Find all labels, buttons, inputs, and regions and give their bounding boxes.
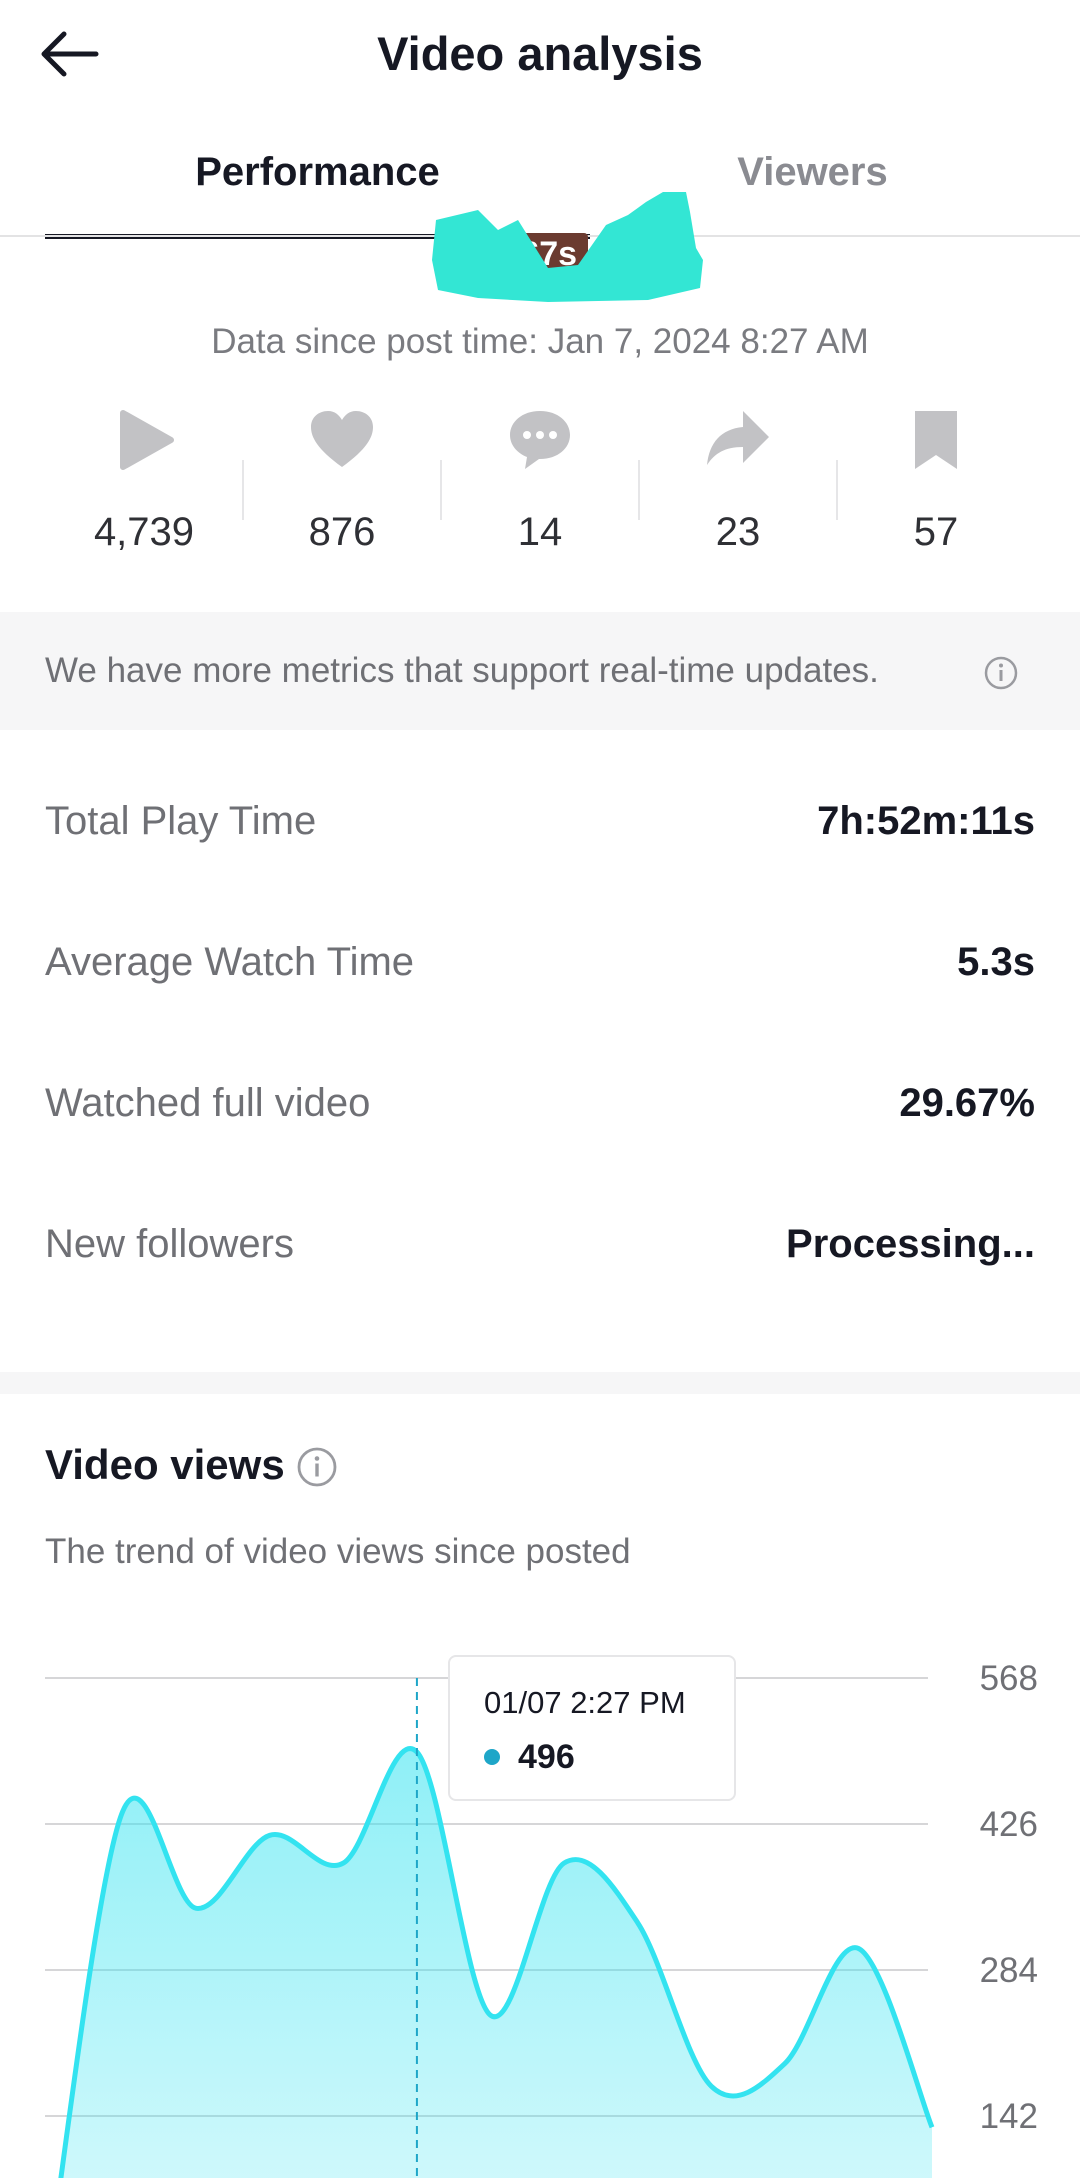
tooltip-series-dot [484, 1749, 500, 1765]
stat-likes-value: 876 [308, 510, 376, 554]
data-since-text: Data since post time: Jan 7, 2024 8:27 A… [211, 322, 869, 361]
metric-label: Average Watch Time [45, 940, 415, 984]
play-icon [120, 410, 174, 470]
info-icon[interactable] [983, 655, 1019, 691]
data-point[interactable] [489, 2013, 493, 2017]
data-point[interactable] [121, 1810, 125, 1814]
data-point[interactable] [709, 2084, 713, 2088]
stat-saves-value: 57 [913, 510, 959, 554]
data-point[interactable] [930, 2125, 934, 2129]
metric-value: 29.67% [899, 1081, 1035, 1125]
metric-label: Watched full video [45, 1081, 371, 1125]
data-point[interactable] [856, 1946, 860, 1950]
tooltip-value: 496 [518, 1738, 575, 1776]
section-title: Video views [45, 1441, 285, 1488]
banner-text: We have more metrics that support real-t… [45, 651, 879, 690]
stat-shares: 23 [639, 405, 837, 585]
metric-value: 7h:52m:11s [817, 799, 1035, 843]
chart-tooltip: 01/07 2:27 PM 496 [448, 1655, 736, 1801]
metric-label: Total Play Time [45, 799, 317, 843]
stat-comments: 14 [441, 405, 639, 585]
metric-label: New followers [45, 1222, 294, 1266]
views-area-fill [60, 1748, 932, 2178]
data-point[interactable] [194, 1906, 198, 1910]
stat-plays-value: 4,739 [93, 510, 195, 554]
metric-value: 5.3s [957, 940, 1035, 984]
section-subtitle: The trend of video views since posted [45, 1532, 631, 1571]
data-point[interactable] [562, 1861, 566, 1865]
tooltip-time: 01/07 2:27 PM [484, 1685, 686, 1720]
page-title: Video analysis [377, 27, 703, 80]
stats-row: 4,739 876 14 23 57 [45, 405, 1035, 585]
data-point[interactable] [341, 1861, 345, 1865]
data-point[interactable] [783, 2062, 787, 2066]
stat-comments-value: 14 [517, 510, 563, 554]
stat-plays: 4,739 [45, 405, 243, 585]
y-tick-label: 142 [980, 2097, 1038, 2136]
comment-icon [510, 411, 570, 469]
metric-new-followers: New followers Processing... [45, 1207, 1035, 1287]
redaction-scribble [432, 192, 703, 302]
data-point[interactable] [636, 1921, 640, 1925]
y-tick-label: 426 [980, 1805, 1038, 1844]
section-divider [0, 1372, 1080, 1394]
stat-likes: 876 [243, 405, 441, 585]
app-header: Video analysis [0, 0, 1080, 108]
info-icon[interactable] [296, 1446, 338, 1488]
y-tick-label: 284 [980, 1951, 1038, 1990]
heart-icon [311, 411, 373, 467]
stat-shares-value: 23 [715, 510, 761, 554]
y-tick-label: 568 [980, 1659, 1038, 1698]
realtime-metrics-banner: We have more metrics that support real-t… [0, 612, 1080, 730]
metric-average-watch-time: Average Watch Time 5.3s [45, 925, 1035, 1005]
metric-watched-full-video: Watched full video 29.67% [45, 1066, 1035, 1146]
metric-value: Processing... [786, 1222, 1035, 1266]
data-point[interactable] [268, 1833, 272, 1837]
metric-total-play-time: Total Play Time 7h:52m:11s [45, 784, 1035, 864]
bookmark-icon [915, 411, 957, 469]
stat-saves: 57 [837, 405, 1035, 585]
share-icon [707, 411, 769, 465]
